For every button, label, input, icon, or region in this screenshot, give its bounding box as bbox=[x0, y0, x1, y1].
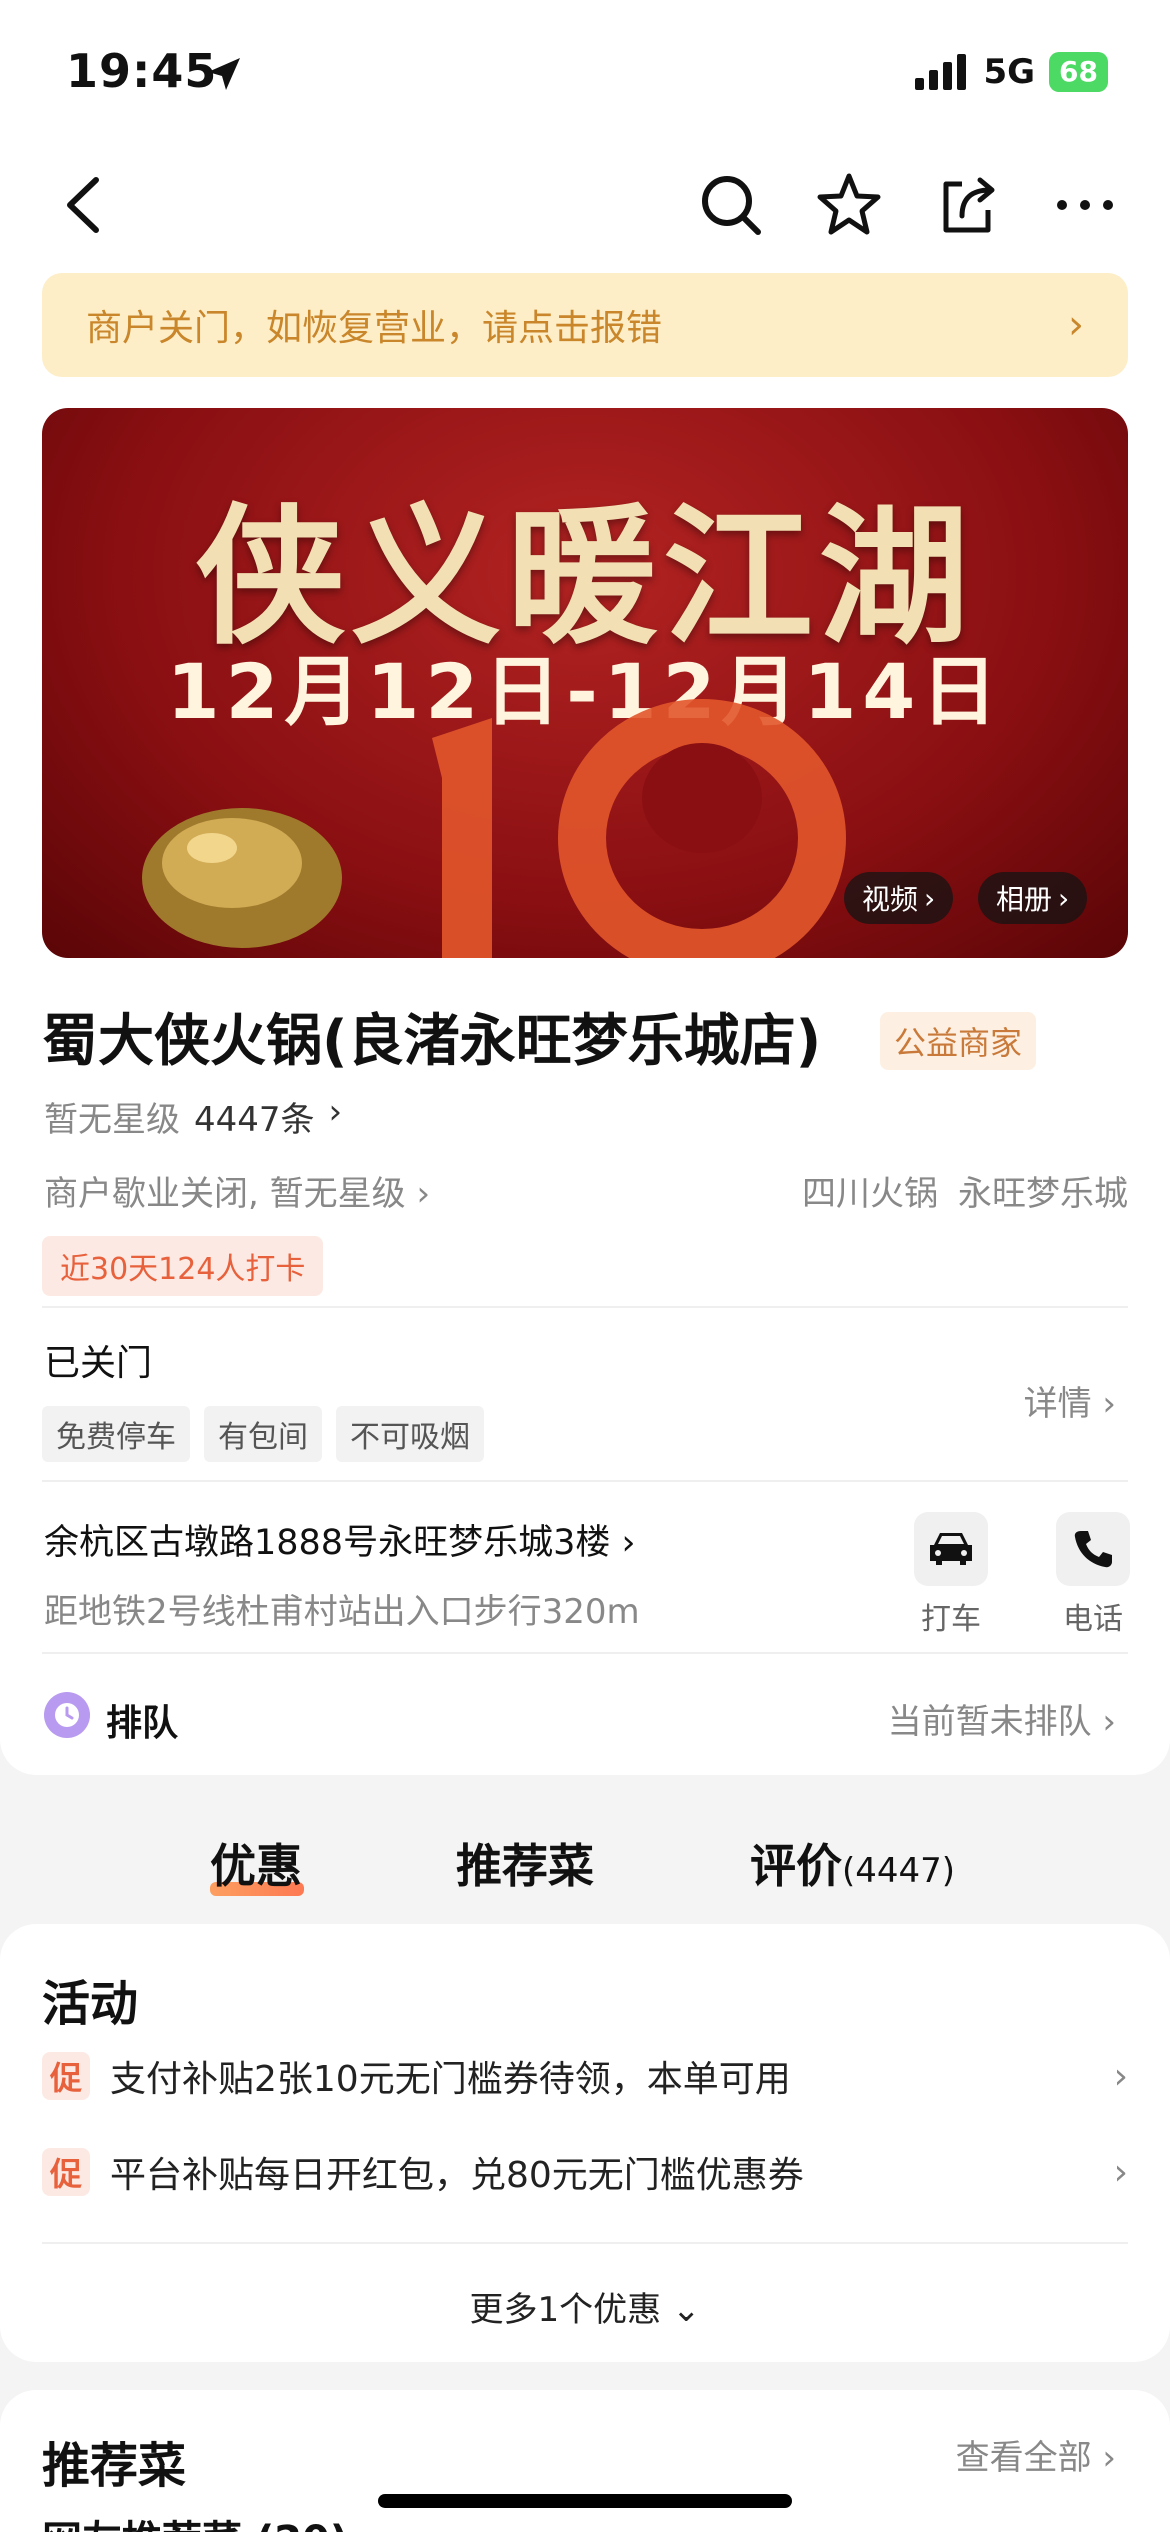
review-count: 4447条 bbox=[194, 1100, 315, 1140]
more-offers-label: 更多1个优惠 bbox=[469, 2290, 662, 2330]
more-icon[interactable] bbox=[1050, 170, 1120, 240]
promo-tag: 促 bbox=[42, 2052, 90, 2100]
chevron-right-icon: › bbox=[924, 881, 936, 915]
chevron-right-icon: › bbox=[1113, 2151, 1128, 2193]
album-button[interactable]: 相册 › bbox=[978, 872, 1088, 924]
divider bbox=[42, 1652, 1128, 1654]
phone-button[interactable] bbox=[1056, 1512, 1130, 1586]
tab-label: 推荐菜 bbox=[456, 1839, 594, 1893]
chevron-right-icon: › bbox=[416, 1174, 431, 1214]
more-offers-button[interactable]: 更多1个优惠 ⌄ bbox=[0, 2282, 1170, 2331]
phone-icon bbox=[1074, 1531, 1112, 1568]
rating-row[interactable]: 暂无星级 4447条 › bbox=[44, 1092, 342, 1141]
address-text: 余杭区古墩路1888号永旺梦乐城3楼 bbox=[44, 1523, 611, 1563]
chevron-right-icon: › bbox=[328, 1092, 343, 1132]
tab-offers[interactable]: 优惠 bbox=[210, 1830, 302, 1896]
chevron-right-icon: › bbox=[1102, 1384, 1116, 1424]
golden-ornament-icon bbox=[142, 808, 342, 948]
address-link[interactable]: 余杭区古墩路1888号永旺梦乐城3楼 › bbox=[44, 1514, 635, 1565]
chevron-right-icon: › bbox=[1058, 881, 1070, 915]
queue-status-text: 当前暂未排队 bbox=[887, 1702, 1092, 1742]
taxi-label: 打车 bbox=[921, 1602, 981, 1637]
location-arrow-icon bbox=[208, 58, 240, 90]
video-label: 视频 bbox=[862, 883, 919, 916]
closed-notice-banner[interactable]: 商户关门，如恢复营业，请点击报错 › bbox=[42, 273, 1128, 377]
queue-status-link[interactable]: 当前暂未排队 › bbox=[888, 1694, 1116, 1743]
album-label: 相册 bbox=[996, 883, 1053, 916]
chevron-down-icon: ⌄ bbox=[671, 2290, 701, 2330]
divider bbox=[42, 2242, 1128, 2244]
detail-label: 详情 bbox=[1023, 1384, 1092, 1424]
tab-label: 评价 bbox=[750, 1839, 842, 1893]
see-all-label: 查看全部 bbox=[955, 2438, 1092, 2478]
battery-indicator: 68 bbox=[1049, 52, 1108, 92]
notice-text: 商户关门，如恢复营业，请点击报错 bbox=[86, 308, 663, 349]
phone-label: 电话 bbox=[1063, 1602, 1123, 1637]
subway-distance: 距地铁2号线杜甫村站出入口步行320m bbox=[44, 1592, 640, 1632]
chevron-right-icon: › bbox=[1102, 1702, 1116, 1742]
amenity-tag: 有包间 bbox=[204, 1406, 322, 1462]
section-tabs: 优惠 推荐菜 评价(4447) bbox=[0, 1830, 1170, 1900]
search-icon[interactable] bbox=[696, 170, 766, 240]
share-icon[interactable] bbox=[932, 170, 1002, 240]
taxi-button[interactable] bbox=[914, 1512, 988, 1586]
promo-text: 平台补贴每日开红包，兑80元无门槛优惠券 bbox=[110, 2155, 804, 2196]
amenity-tags: 免费停车 有包间 不可吸烟 bbox=[42, 1406, 484, 1462]
network-type: 5G bbox=[983, 52, 1036, 92]
promo-tag: 促 bbox=[42, 2148, 90, 2196]
car-icon bbox=[930, 1533, 972, 1565]
shop-name: 蜀大侠火锅(良渚永旺梦乐城店) bbox=[42, 1009, 822, 1074]
chevron-right-icon: › bbox=[1113, 2055, 1128, 2097]
amenity-tag: 免费停车 bbox=[42, 1406, 190, 1462]
tab-label: 优惠 bbox=[210, 1839, 302, 1893]
video-button[interactable]: 视频 › bbox=[844, 872, 954, 924]
clock-icon bbox=[44, 1692, 90, 1738]
tab-reviews[interactable]: 评价(4447) bbox=[750, 1830, 955, 1896]
promo-item[interactable]: 促 平台补贴每日开红包，兑80元无门槛优惠券 › bbox=[42, 2146, 1128, 2198]
status-indicators: 5G 68 bbox=[915, 52, 1108, 92]
anniversary-number-graphic bbox=[432, 699, 846, 958]
status-time: 19:45 bbox=[66, 44, 218, 98]
chevron-right-icon: › bbox=[1068, 302, 1084, 348]
back-icon[interactable] bbox=[50, 170, 120, 240]
activities-title: 活动 bbox=[42, 1976, 139, 2032]
amenity-tag: 不可吸烟 bbox=[336, 1406, 484, 1462]
divider bbox=[42, 1480, 1128, 1482]
queue-label: 排队 bbox=[106, 1703, 179, 1744]
category-tag: 四川火锅 bbox=[802, 1174, 938, 1214]
promo-item[interactable]: 促 支付补贴2张10元无门槛券待领，本单可用 › bbox=[42, 2050, 1128, 2102]
chevron-right-icon: › bbox=[621, 1523, 636, 1563]
tab-recommended[interactable]: 推荐菜 bbox=[456, 1830, 594, 1896]
recommended-title: 推荐菜 bbox=[42, 2438, 187, 2494]
recommended-subtitle: 网友推荐菜 (20) bbox=[42, 2508, 348, 2532]
divider bbox=[42, 1306, 1128, 1308]
review-tab-count: (4447) bbox=[842, 1851, 956, 1891]
promo-text: 支付补贴2张10元无门槛券待领，本单可用 bbox=[110, 2059, 791, 2100]
hours-detail-link[interactable]: 详情 › bbox=[1024, 1376, 1116, 1425]
chevron-right-icon: › bbox=[1102, 2438, 1116, 2478]
home-indicator[interactable] bbox=[378, 2494, 792, 2508]
open-status: 已关门 bbox=[44, 1343, 153, 1384]
area-tag: 永旺梦乐城 bbox=[958, 1174, 1128, 1214]
charity-badge[interactable]: 公益商家 bbox=[880, 1012, 1037, 1070]
checkin-badge: 近30天124人打卡 bbox=[42, 1236, 324, 1296]
star-icon[interactable] bbox=[814, 170, 884, 240]
business-status-text: 商户歇业关闭, 暂无星级 bbox=[44, 1174, 406, 1214]
signal-icon bbox=[915, 54, 967, 90]
business-status-line[interactable]: 商户歇业关闭, 暂无星级 › bbox=[44, 1166, 430, 1215]
see-all-link[interactable]: 查看全部 › bbox=[956, 2430, 1116, 2479]
rating-text: 暂无星级 bbox=[44, 1100, 180, 1140]
hero-image[interactable]: 侠义暖江湖 12月12日-12月14日 视频 › 相册 › bbox=[42, 408, 1128, 958]
category-tags: 四川火锅 永旺梦乐城 bbox=[802, 1166, 1128, 1215]
